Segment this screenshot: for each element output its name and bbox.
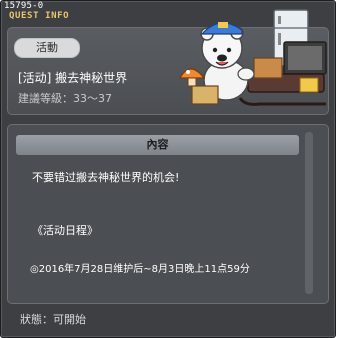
sled-icon bbox=[238, 73, 326, 106]
content-line: 不要错过搬去神秘世界的机会! bbox=[32, 171, 180, 184]
content-header: 內容 bbox=[16, 135, 299, 155]
mushroom-icon bbox=[178, 68, 206, 87]
quest-category-badge: 活動 bbox=[14, 38, 80, 58]
scrollbar-thumb[interactable] bbox=[305, 132, 313, 294]
quest-id: 15795-0 bbox=[4, 1, 44, 11]
content-line: 《活动日程》 bbox=[32, 224, 98, 237]
recommended-level: 建議等級：33～37 bbox=[18, 92, 112, 105]
content-line: ◎2016年7月28日维护后~8月3日晚上11点59分 bbox=[30, 264, 250, 275]
quest-title: [活动] 搬去神秘世界 bbox=[18, 71, 128, 85]
tv-icon bbox=[283, 41, 327, 75]
polar-bear-illustration bbox=[178, 9, 327, 106]
window-title: QUEST INFO bbox=[9, 11, 70, 21]
quest-status: 狀態：可開始 bbox=[20, 313, 86, 326]
